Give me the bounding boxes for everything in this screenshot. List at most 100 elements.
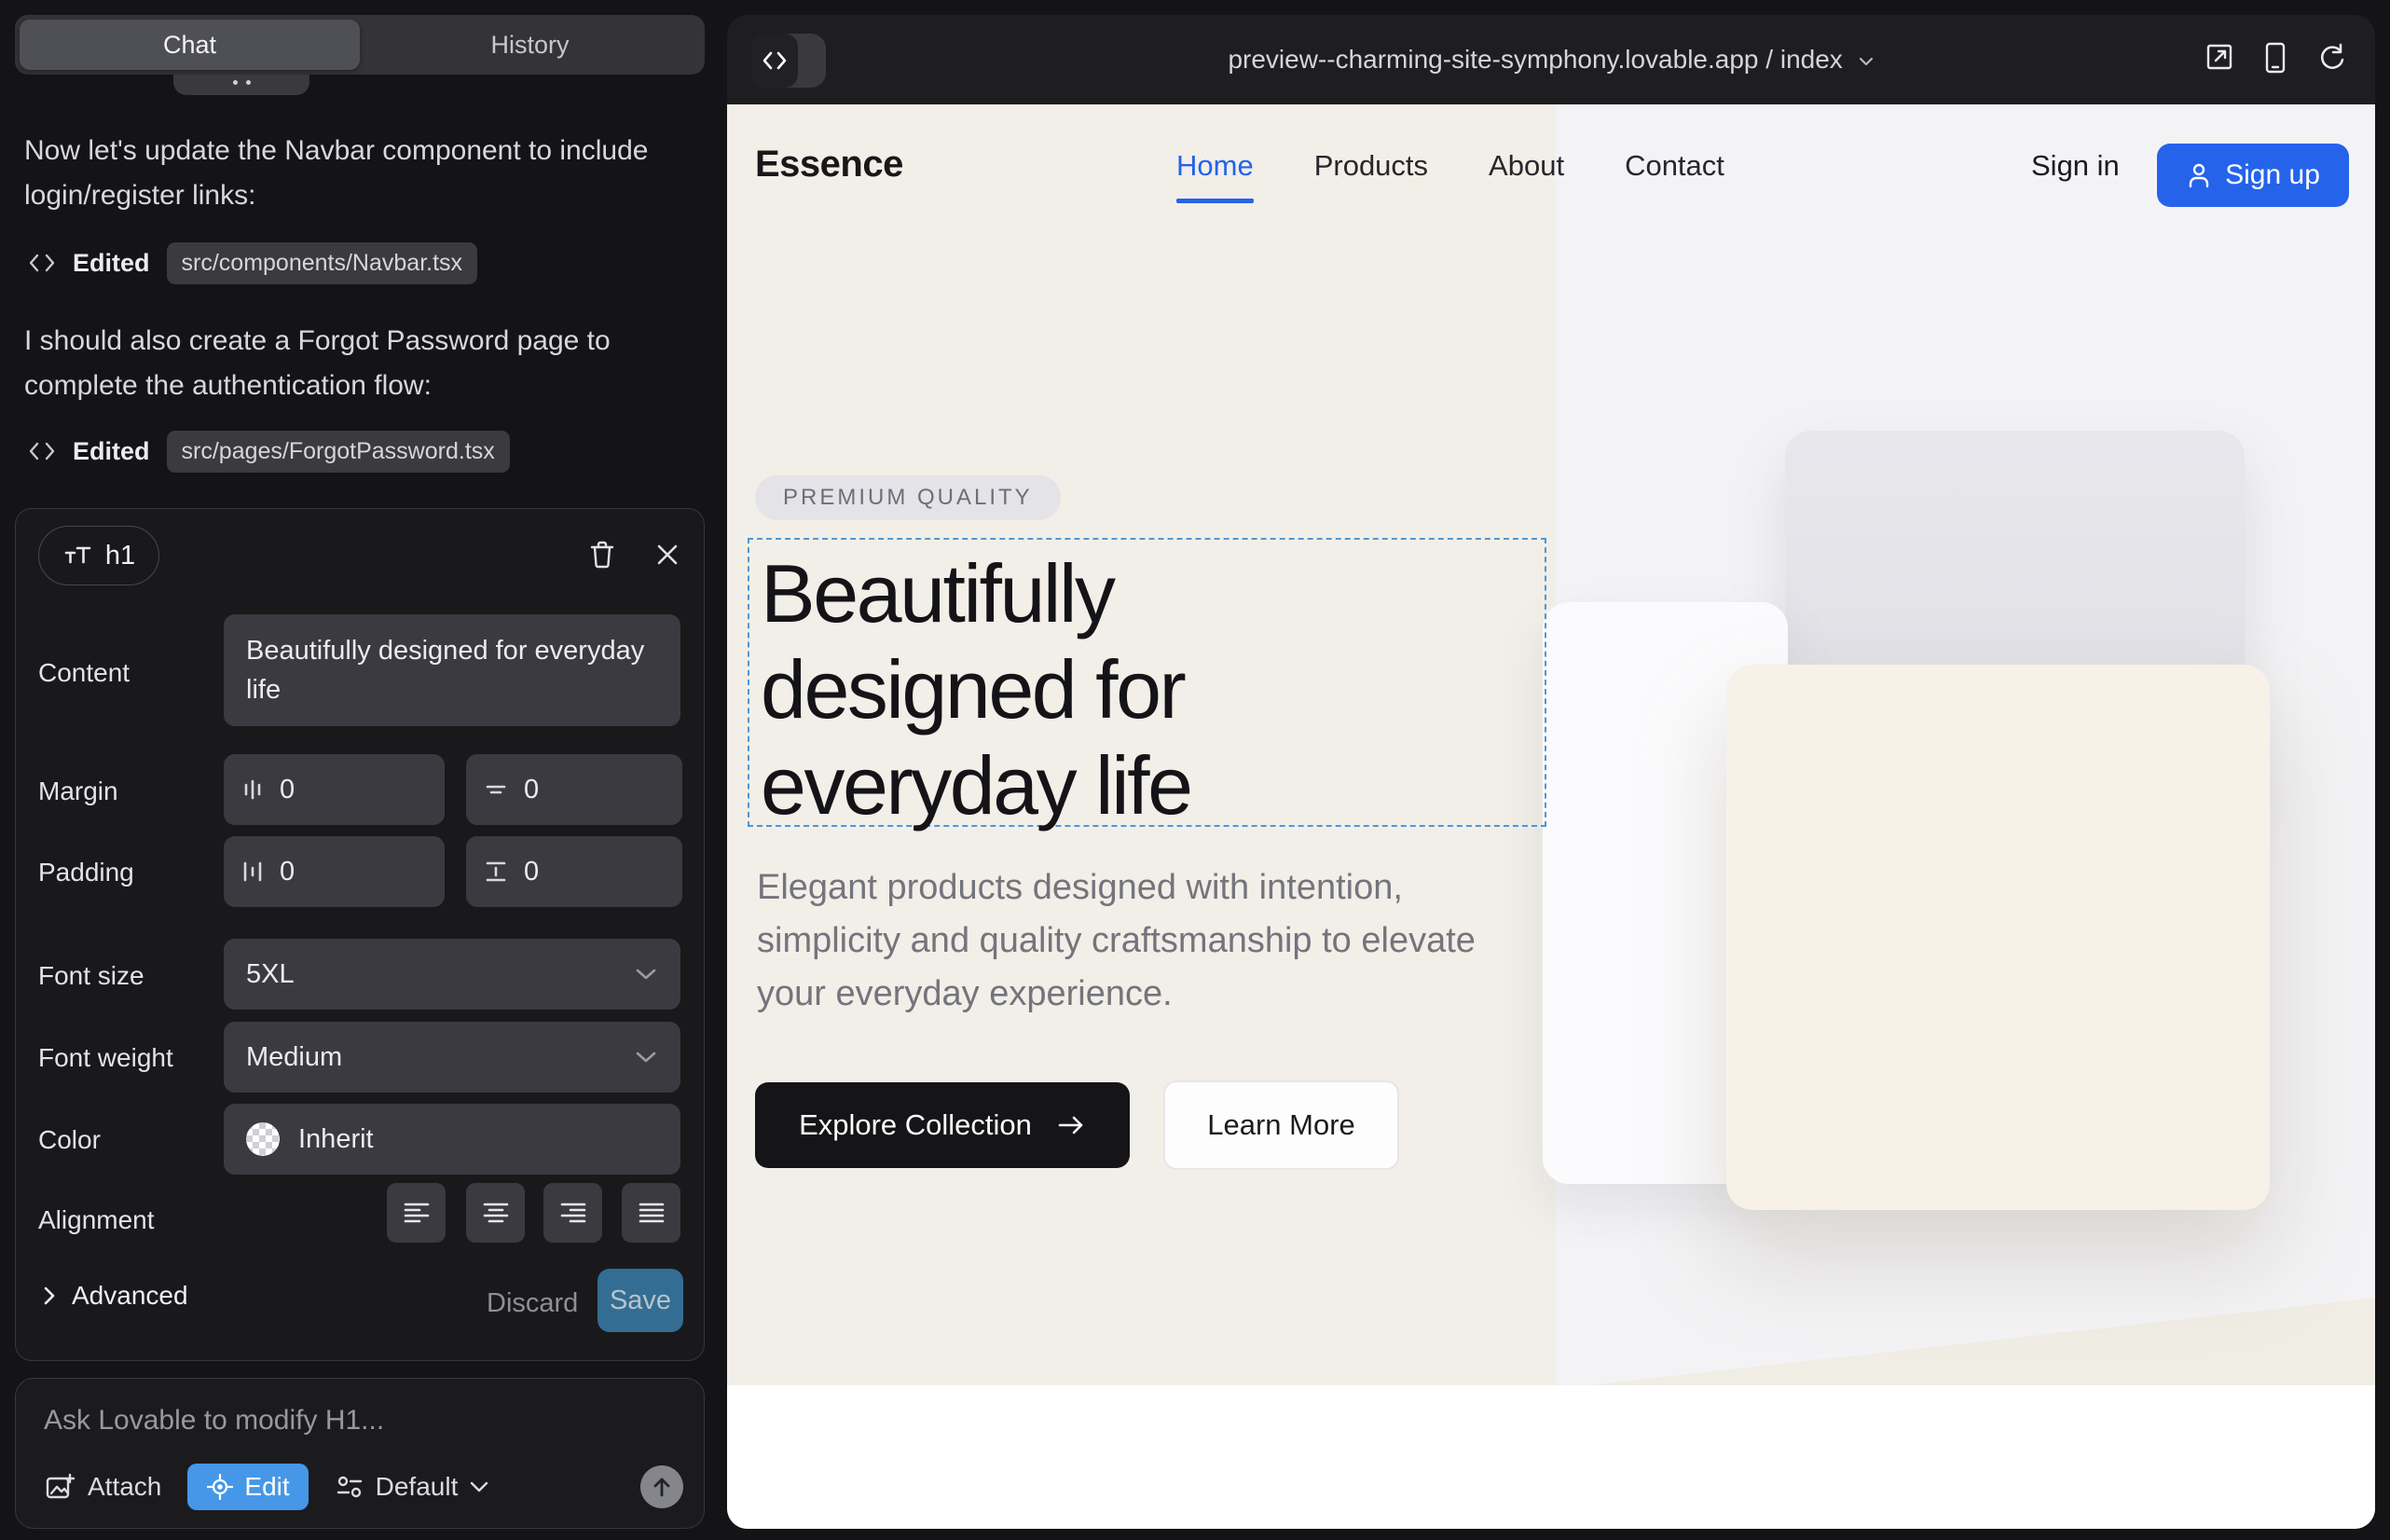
site-navbar: Essence Home Products About Contact Sign… <box>727 104 2375 235</box>
edited-file-row: Edited src/pages/ForgotPassword.tsx <box>28 431 510 472</box>
trash-icon <box>588 540 616 570</box>
content-textarea[interactable]: Beautifully designed for everyday life <box>246 631 658 709</box>
nav-link-contact[interactable]: Contact <box>1625 149 1724 183</box>
hero-badge: PREMIUM QUALITY <box>755 475 1061 520</box>
refresh-button[interactable] <box>2315 41 2347 75</box>
tab-history[interactable]: History <box>360 20 700 70</box>
edited-label: Edited <box>73 437 150 466</box>
chat-message: Now let's update the Navbar component to… <box>24 129 686 218</box>
padding-horizontal-icon <box>240 859 265 885</box>
attach-button[interactable]: Attach <box>44 1471 161 1503</box>
color-label: Color <box>38 1125 101 1155</box>
save-button[interactable]: Save <box>598 1269 683 1332</box>
tab-chat[interactable]: Chat <box>20 20 360 70</box>
padding-y-field[interactable] <box>466 836 682 907</box>
delete-element-button[interactable] <box>583 535 622 574</box>
color-value: Inherit <box>298 1124 374 1155</box>
explore-collection-label: Explore Collection <box>799 1108 1032 1142</box>
advanced-label: Advanced <box>72 1281 188 1311</box>
sign-up-button[interactable]: Sign up <box>2157 144 2349 207</box>
content-field[interactable]: Beautifully designed for everyday life <box>224 614 680 726</box>
hero-description: Elegant products designed with intention… <box>757 861 1512 1021</box>
explore-collection-button[interactable]: Explore Collection <box>755 1082 1130 1168</box>
chat-composer: Attach Edit Default <box>15 1378 705 1529</box>
attach-image-icon <box>44 1471 76 1503</box>
margin-vertical-icon <box>483 777 509 802</box>
sign-in-link[interactable]: Sign in <box>2031 149 2120 183</box>
hero-diagonal-accent <box>1556 1260 2375 1385</box>
chevron-down-icon <box>634 1050 658 1065</box>
element-editor-panel: h1 Content Beautifully designed for ever… <box>15 508 705 1361</box>
page-next-section <box>727 1385 2375 1529</box>
arrow-up-icon <box>652 1476 672 1498</box>
sidebar-tabs: Chat History <box>15 15 705 75</box>
align-left-icon <box>402 1200 432 1226</box>
content-label: Content <box>38 658 130 688</box>
mode-selector[interactable]: Default <box>335 1472 490 1502</box>
edit-label: Edit <box>244 1472 289 1502</box>
element-tag-label: h1 <box>105 541 135 571</box>
font-size-label: Font size <box>38 961 144 991</box>
align-left-button[interactable] <box>387 1183 446 1243</box>
padding-x-field[interactable] <box>224 836 445 907</box>
font-size-select[interactable]: 5XL <box>224 939 680 1010</box>
file-path-chip[interactable]: src/components/Navbar.tsx <box>167 242 478 284</box>
align-center-button[interactable] <box>466 1183 525 1243</box>
element-tag-pill: h1 <box>38 526 159 585</box>
margin-x-input[interactable] <box>280 775 391 805</box>
learn-more-button[interactable]: Learn More <box>1163 1080 1399 1170</box>
send-button[interactable] <box>640 1465 683 1508</box>
sign-up-label: Sign up <box>2225 159 2320 191</box>
composer-toolbar: Attach Edit Default <box>44 1463 683 1511</box>
browser-actions <box>2204 41 2347 75</box>
url-host: preview--charming-site-symphony.lovable.… <box>1228 45 1758 74</box>
alignment-label: Alignment <box>38 1205 155 1235</box>
user-icon <box>2186 161 2212 189</box>
close-panel-button[interactable] <box>648 535 687 574</box>
site-logo[interactable]: Essence <box>755 144 903 186</box>
font-weight-select[interactable]: Medium <box>224 1022 680 1093</box>
preview-window: preview--charming-site-symphony.lovable.… <box>727 15 2375 1529</box>
margin-x-field[interactable] <box>224 754 445 825</box>
margin-label: Margin <box>38 777 118 806</box>
hero-heading-line: designed for <box>761 641 1191 737</box>
nav-link-home[interactable]: Home <box>1176 149 1254 183</box>
preview-browser-bar: preview--charming-site-symphony.lovable.… <box>727 15 2375 104</box>
chevron-right-icon <box>42 1285 57 1307</box>
font-weight-label: Font weight <box>38 1043 173 1073</box>
composer-input[interactable] <box>44 1405 659 1437</box>
file-path-chip[interactable]: src/pages/ForgotPassword.tsx <box>167 431 510 473</box>
align-justify-icon <box>637 1200 666 1226</box>
align-justify-button[interactable] <box>622 1183 680 1243</box>
preview-url[interactable]: preview--charming-site-symphony.lovable.… <box>727 45 2375 75</box>
padding-x-input[interactable] <box>280 857 391 887</box>
mobile-view-button[interactable] <box>2263 41 2287 75</box>
edited-file-row: Edited src/components/Navbar.tsx <box>28 242 477 283</box>
advanced-toggle[interactable]: Advanced <box>42 1281 188 1311</box>
chat-sidebar: Chat History Now let's update the Navbar… <box>0 0 727 1540</box>
open-external-button[interactable] <box>2204 41 2235 75</box>
nav-link-products[interactable]: Products <box>1314 149 1428 183</box>
discard-button[interactable]: Discard <box>487 1288 578 1319</box>
edit-mode-button[interactable]: Edit <box>187 1464 308 1510</box>
padding-vertical-icon <box>483 859 509 885</box>
align-right-button[interactable] <box>543 1183 602 1243</box>
code-icon <box>28 440 56 462</box>
mode-label: Default <box>376 1472 459 1502</box>
chat-message: I should also create a Forgot Password p… <box>24 319 686 408</box>
target-icon <box>206 1473 234 1501</box>
sliders-icon <box>335 1473 364 1501</box>
hero-heading-line: Beautifully <box>761 545 1191 641</box>
nav-link-about[interactable]: About <box>1489 149 1564 183</box>
padding-y-input[interactable] <box>524 857 636 887</box>
lovable-workspace: Chat History Now let's update the Navbar… <box>0 0 2390 1540</box>
rendered-page: Essence Home Products About Contact Sign… <box>727 104 2375 1529</box>
hero-heading[interactable]: Beautifully designed for everyday life <box>761 545 1191 833</box>
nav-links: Home Products About Contact <box>1176 149 1724 183</box>
color-select[interactable]: Inherit <box>224 1104 680 1175</box>
font-weight-value: Medium <box>246 1042 342 1073</box>
align-right-icon <box>558 1200 588 1226</box>
margin-y-field[interactable] <box>466 754 682 825</box>
margin-y-input[interactable] <box>524 775 636 805</box>
hero-heading-line: everyday life <box>761 737 1191 833</box>
